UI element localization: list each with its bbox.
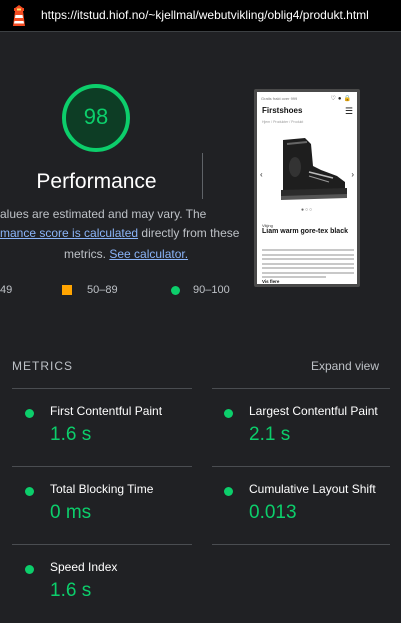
pass-circle-icon [25, 409, 34, 418]
legend-pass: 90–100 [171, 284, 230, 296]
green-circle-icon [171, 285, 180, 295]
hamburger-menu-icon: ☰ [344, 106, 353, 116]
metric-value: 2.1 s [249, 424, 291, 445]
legend-average: 50–89 [62, 284, 118, 296]
metric-value: 0.013 [249, 502, 297, 523]
metric-title: First Contentful Paint [50, 404, 163, 418]
performance-title: Performance [36, 170, 157, 193]
expand-view-toggle[interactable]: Expand view [311, 359, 379, 373]
orange-square-icon [62, 285, 72, 295]
performance-score: 98 [83, 104, 109, 129]
metrics-divider [212, 388, 390, 389]
thumb-header-icons: ♡●🔒 [330, 96, 353, 102]
metric-title: Cumulative Layout Shift [249, 482, 376, 496]
description-line-2: mance score is calculated directly from … [0, 226, 239, 240]
url-text: https://itstud.hiof.no/~kjellmal/webutvi… [41, 8, 369, 22]
legend-pass-label: 90–100 [193, 284, 230, 296]
thumb-product-name: Liam warm gore-tex black [262, 228, 348, 235]
carousel-dots-icon: ●○○ [301, 207, 314, 213]
description-line-3: metrics. See calculator. [64, 247, 188, 261]
divider-vertical [202, 153, 203, 199]
metrics-divider [12, 388, 192, 389]
metric-title: Total Blocking Time [50, 482, 154, 496]
pass-circle-icon [25, 487, 34, 496]
thumb-next-arrow-icon: › [351, 170, 354, 179]
thumb-description-lines [262, 249, 354, 281]
legend-fail: 49 [0, 284, 12, 296]
score-calculated-link[interactable]: mance score is calculated [0, 226, 138, 240]
pass-circle-icon [224, 409, 233, 418]
metric-title: Speed Index [50, 560, 118, 574]
legend-fail-label: 49 [0, 284, 13, 296]
url-bar: https://itstud.hiof.no/~kjellmal/webutvi… [0, 0, 401, 32]
pass-circle-icon [224, 487, 233, 496]
thumb-prev-arrow-icon: ‹ [260, 170, 263, 179]
legend-average-label: 50–89 [87, 284, 118, 296]
thumb-more-link: Vis flere [262, 279, 280, 284]
metric-title: Largest Contentful Paint [249, 404, 378, 418]
description-line-1: alues are estimated and may vary. The [0, 207, 207, 221]
thumb-brand: Firstshoes [262, 106, 303, 115]
page-screenshot-thumbnail[interactable]: Gratis frakt over 999 ♡●🔒 Firstshoes ☰ H… [254, 89, 360, 287]
description-line-2-text: directly from these [138, 226, 240, 240]
thumb-breadcrumb: Hjem / Produkter / Produkt [262, 120, 304, 124]
metric-value: 1.6 s [50, 580, 92, 601]
metrics-divider [212, 466, 390, 467]
metric-value: 0 ms [50, 502, 92, 523]
metrics-heading: METRICS [12, 359, 73, 373]
metrics-divider [12, 466, 192, 467]
see-calculator-link[interactable]: See calculator. [109, 247, 188, 261]
metric-value: 1.6 s [50, 424, 92, 445]
shoe-image [281, 138, 347, 200]
description-line-3-text: metrics. [64, 247, 110, 261]
metrics-divider [212, 544, 390, 545]
pass-circle-icon [25, 565, 34, 574]
lighthouse-logo-icon [13, 5, 25, 26]
metrics-divider [12, 544, 192, 545]
